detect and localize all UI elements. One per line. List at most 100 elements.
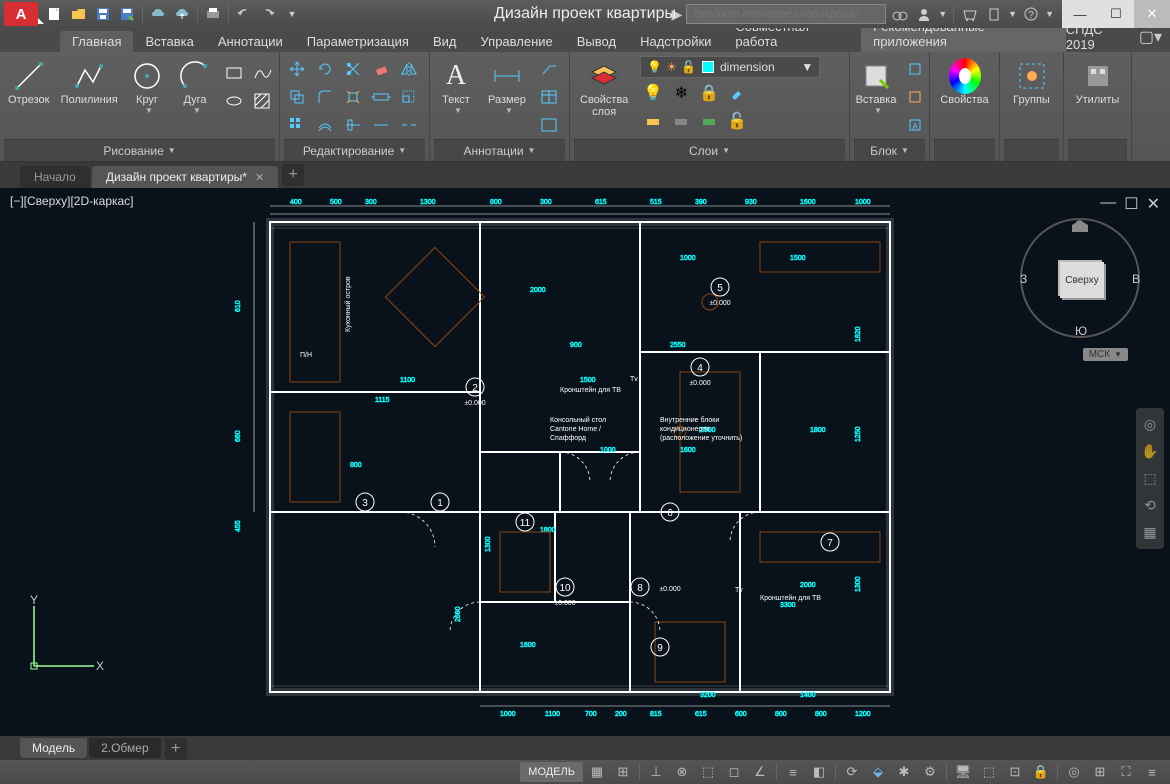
edit-attr-icon[interactable]: A: [902, 112, 928, 138]
maximize-button[interactable]: ☐: [1098, 0, 1134, 28]
table-icon[interactable]: [536, 84, 562, 110]
text-button[interactable]: AТекст▼: [434, 56, 478, 119]
panel-draw-label[interactable]: Рисование▼: [4, 139, 275, 161]
quickprops-icon[interactable]: ⊡: [1003, 762, 1027, 782]
rotate-icon[interactable]: [312, 56, 338, 82]
hatch-icon[interactable]: [249, 88, 275, 114]
saveas-icon[interactable]: [116, 3, 138, 25]
orbit-icon[interactable]: ⟲: [1144, 497, 1156, 514]
layer-uniso-icon[interactable]: [668, 108, 694, 134]
rectangle-icon[interactable]: [221, 60, 247, 86]
layout-tab-model[interactable]: Модель: [20, 738, 87, 758]
tab-insert[interactable]: Вставка: [133, 31, 205, 52]
clipboard-icon[interactable]: [984, 4, 1004, 24]
layer-off-icon[interactable]: 💡: [640, 80, 666, 106]
pan-icon[interactable]: ✋: [1141, 443, 1158, 460]
tab-home[interactable]: Главная: [60, 31, 133, 52]
infocenter-binoculars-icon[interactable]: [890, 4, 910, 24]
view-cube[interactable]: Сверху С Ю В З: [1020, 218, 1140, 338]
close-button[interactable]: ✕: [1134, 0, 1170, 28]
panel-block-label[interactable]: Блок▼: [854, 139, 925, 161]
align-icon[interactable]: [340, 112, 366, 138]
panel-layers-label[interactable]: Слои▼: [574, 139, 845, 161]
signin-icon[interactable]: [914, 4, 934, 24]
cloud-save-icon[interactable]: [147, 3, 169, 25]
tab-parametric[interactable]: Параметризация: [295, 31, 421, 52]
redo-icon[interactable]: [257, 3, 279, 25]
ellipse-icon[interactable]: [221, 88, 247, 114]
home-icon[interactable]: [1068, 218, 1092, 234]
cleanscreen-icon[interactable]: ⛶: [1114, 762, 1138, 782]
trim-icon[interactable]: [340, 56, 366, 82]
status-model-button[interactable]: МОДЕЛЬ: [520, 762, 583, 782]
panel-modify-label[interactable]: Редактирование▼: [284, 139, 425, 161]
file-tab-current[interactable]: Дизайн проект квартиры*✕: [92, 166, 278, 188]
circle-button[interactable]: Круг▼: [125, 56, 169, 119]
create-block-icon[interactable]: [902, 56, 928, 82]
full-nav-wheel-icon[interactable]: ◎: [1144, 416, 1156, 433]
undo-icon[interactable]: [233, 3, 255, 25]
isodraft-icon[interactable]: ⬚: [696, 762, 720, 782]
drawing-canvas[interactable]: [−][Сверху][2D-каркас] — ☐ ✕: [0, 188, 1170, 736]
tab-annotate[interactable]: Аннотации: [206, 31, 295, 52]
scale-icon[interactable]: [396, 84, 422, 110]
break-icon[interactable]: [396, 112, 422, 138]
explode-icon[interactable]: [340, 84, 366, 110]
tab-output[interactable]: Вывод: [565, 31, 628, 52]
polar-icon[interactable]: ⊗: [670, 762, 694, 782]
properties-button[interactable]: Свойства: [934, 56, 994, 110]
erase-icon[interactable]: [368, 56, 394, 82]
otrack-icon[interactable]: ∠: [748, 762, 772, 782]
insert-block-button[interactable]: Вставка▼: [854, 56, 898, 119]
search-input[interactable]: [686, 4, 886, 24]
layer-make-icon[interactable]: 🔓: [724, 108, 750, 134]
layer-freeze-icon[interactable]: ❄: [668, 80, 694, 106]
new-icon[interactable]: [44, 3, 66, 25]
leader-icon[interactable]: [536, 56, 562, 82]
layer-lock-icon[interactable]: 🔒: [696, 80, 722, 106]
app-menu-button[interactable]: A: [4, 2, 38, 26]
layer-prev-icon[interactable]: [696, 108, 722, 134]
add-file-tab-button[interactable]: +: [282, 164, 304, 186]
tab-manage[interactable]: Управление: [468, 31, 564, 52]
array-icon[interactable]: [284, 112, 310, 138]
customize-icon[interactable]: ≡: [1140, 762, 1164, 782]
fillet-icon[interactable]: [312, 84, 338, 110]
layer-iso-icon[interactable]: [640, 108, 666, 134]
ucs-icon[interactable]: X Y: [24, 596, 104, 676]
move-icon[interactable]: [284, 56, 310, 82]
add-layout-button[interactable]: +: [165, 738, 187, 760]
layer-match-icon[interactable]: [724, 80, 750, 106]
viewport-label[interactable]: [−][Сверху][2D-каркас]: [10, 194, 134, 208]
close-file-icon[interactable]: ✕: [255, 171, 264, 184]
copy-icon[interactable]: [284, 84, 310, 110]
mtext-icon[interactable]: [536, 112, 562, 138]
snap-icon[interactable]: ⊞: [611, 762, 635, 782]
vp-min-icon[interactable]: —: [1100, 194, 1116, 214]
zoom-extents-icon[interactable]: ⬚: [1143, 470, 1156, 487]
polyline-button[interactable]: Полилиния: [57, 56, 121, 110]
save-icon[interactable]: [92, 3, 114, 25]
cloud-open-icon[interactable]: [171, 3, 193, 25]
line-button[interactable]: Отрезок: [4, 56, 53, 110]
utilities-button[interactable]: Утилиты: [1070, 56, 1126, 110]
workspace-icon[interactable]: ⚙: [918, 762, 942, 782]
mirror-icon[interactable]: [396, 56, 422, 82]
tab-view[interactable]: Вид: [421, 31, 469, 52]
panel-anno-label[interactable]: Аннотации▼: [434, 139, 565, 161]
vp-close-icon[interactable]: ✕: [1147, 194, 1160, 214]
offset-icon[interactable]: [312, 112, 338, 138]
edit-block-icon[interactable]: [902, 84, 928, 110]
help-icon[interactable]: ?: [1021, 4, 1041, 24]
dimension-button[interactable]: Размер▼: [482, 56, 532, 119]
groups-button[interactable]: Группы: [1007, 56, 1056, 110]
app-store-icon[interactable]: [960, 4, 980, 24]
arc-button[interactable]: Дуга▼: [173, 56, 217, 119]
lengthen-icon[interactable]: [368, 112, 394, 138]
annovis-icon[interactable]: ✱: [892, 762, 916, 782]
file-tab-start[interactable]: Начало: [20, 166, 90, 188]
tab-addins[interactable]: Надстройки: [628, 31, 723, 52]
osnap-icon[interactable]: ◻: [722, 762, 746, 782]
layer-dropdown[interactable]: 💡☀🔓 dimension ▼: [640, 56, 820, 78]
minimize-button[interactable]: —: [1062, 0, 1098, 28]
